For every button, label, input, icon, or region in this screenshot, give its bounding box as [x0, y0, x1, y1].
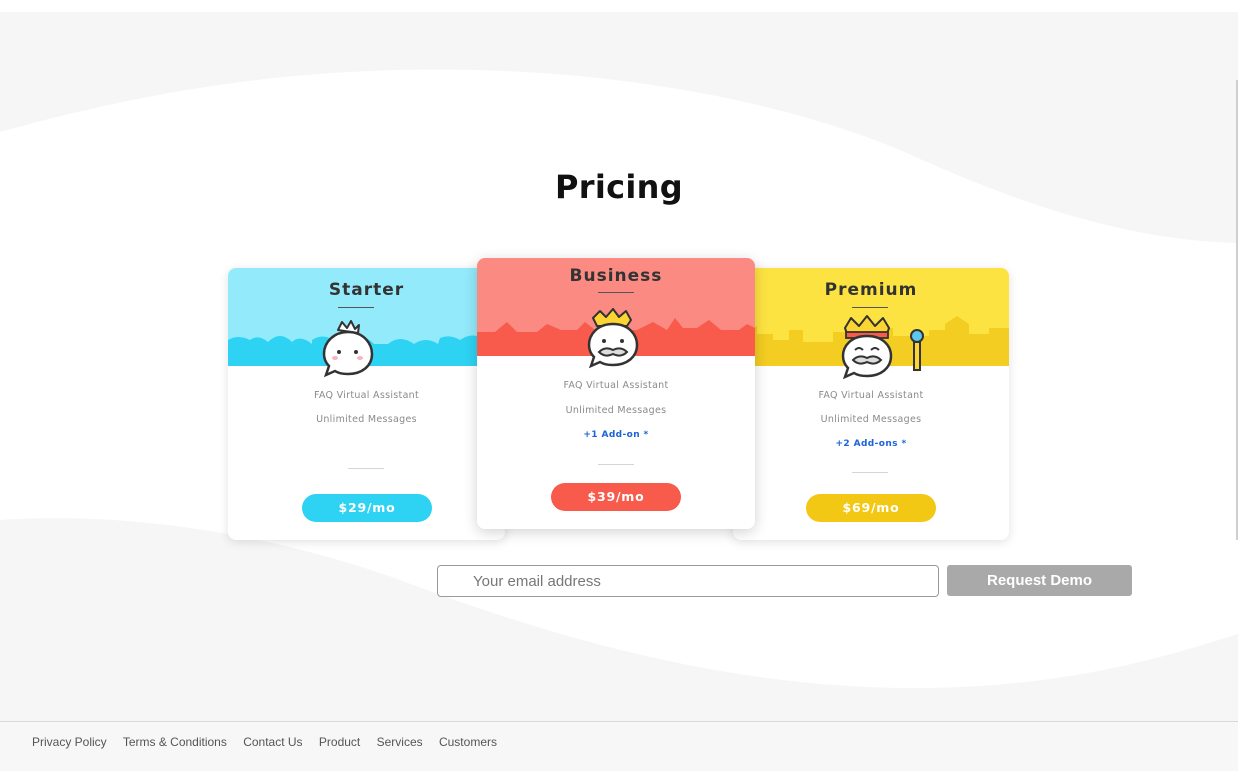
feature-faq-virtual-assistant: FAQ Virtual Assistant — [313, 390, 420, 401]
feature-unlimited-messages: Unlimited Messages — [316, 414, 417, 425]
addon-link-premium[interactable]: +2 Add-ons * — [733, 439, 1009, 449]
card-header-premium: Premium — [733, 268, 1009, 380]
plan-card-starter: Starter FAQ Virtual Assistant Unlimited … — [228, 268, 505, 540]
footer-link-contact-us[interactable]: Contact Us — [243, 735, 302, 749]
premium-mascot-icon — [841, 315, 924, 380]
plan-card-premium: Premium FAQ Virtual Assistant Unlimited … — [733, 268, 1009, 540]
card-divider — [598, 464, 634, 465]
plan-name-premium: Premium — [824, 280, 918, 300]
plan-name-underline — [852, 307, 888, 308]
card-header-business: Business — [477, 258, 755, 369]
feature-unlimited-messages: Unlimited Messages — [820, 414, 922, 425]
addon-link-business[interactable]: +1 Add-on * — [477, 430, 755, 440]
footer-link-terms-conditions[interactable]: Terms & Conditions — [123, 735, 227, 749]
page-title: Pricing — [555, 168, 683, 206]
footer-link-customers[interactable]: Customers — [439, 735, 497, 749]
plan-name-underline — [338, 307, 374, 308]
email-input[interactable] — [437, 565, 939, 597]
feature-unlimited-messages: Unlimited Messages — [565, 405, 667, 416]
price-button-business[interactable]: $39/mo — [551, 483, 681, 511]
footer: Privacy Policy Terms & Conditions Contac… — [0, 721, 1238, 771]
plan-name-starter: Starter — [328, 280, 405, 300]
price-button-starter[interactable]: $29/mo — [302, 494, 432, 522]
card-divider — [852, 472, 888, 473]
request-demo-button[interactable]: Request Demo — [947, 565, 1132, 596]
feature-faq-virtual-assistant: FAQ Virtual Assistant — [818, 390, 924, 401]
starter-mascot-icon — [322, 320, 374, 378]
footer-links: Privacy Policy Terms & Conditions Contac… — [32, 735, 510, 749]
footer-link-services[interactable]: Services — [377, 735, 423, 749]
card-header-starter: Starter — [228, 268, 505, 378]
footer-link-privacy-policy[interactable]: Privacy Policy — [32, 735, 107, 749]
card-divider — [348, 468, 384, 469]
price-button-premium[interactable]: $69/mo — [806, 494, 936, 522]
plan-card-business: Business FAQ Virtual Assistant Unlimited… — [477, 258, 755, 529]
plan-name-business: Business — [569, 266, 663, 286]
plan-name-underline — [598, 292, 634, 293]
footer-link-product[interactable]: Product — [319, 735, 360, 749]
business-mascot-icon — [587, 308, 639, 369]
feature-faq-virtual-assistant: FAQ Virtual Assistant — [563, 380, 669, 391]
